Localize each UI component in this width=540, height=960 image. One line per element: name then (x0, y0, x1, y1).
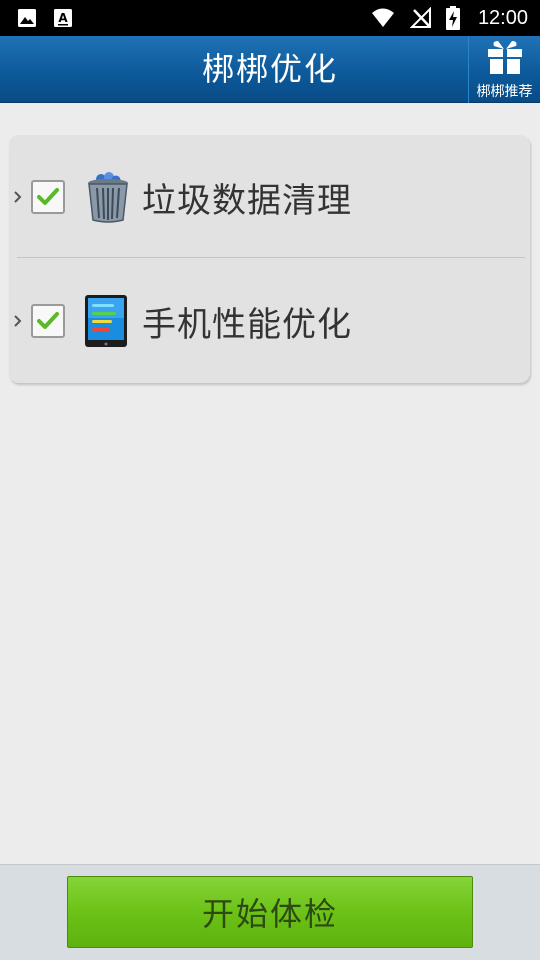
optimization-list: 垃圾数据清理 手机性能优化 (9, 135, 530, 383)
performance-label: 手机性能优化 (142, 304, 352, 345)
recommend-label: 梆梆推荐 (476, 84, 533, 100)
status-time: 12:00 (477, 6, 528, 29)
performance-checkbox[interactable] (31, 304, 65, 338)
gift-icon (487, 41, 522, 74)
checkmark-icon (37, 312, 59, 329)
no-signal-icon (409, 7, 431, 28)
app-header: 梆梆优化 梆梆推荐 (0, 36, 540, 103)
font-a-icon: A (54, 9, 72, 27)
checkmark-icon (37, 188, 59, 205)
list-item-junk-clean[interactable]: 垃圾数据清理 (9, 137, 530, 257)
recommend-button[interactable]: 梆梆推荐 (468, 36, 540, 103)
junk-clean-label: 垃圾数据清理 (142, 180, 352, 221)
junk-clean-checkbox[interactable] (31, 180, 65, 214)
svg-text:A: A (58, 11, 68, 25)
divider (17, 257, 525, 258)
chevron-right-icon (14, 191, 22, 203)
image-icon (18, 9, 36, 27)
chevron-right-icon (14, 315, 22, 327)
bottom-bar: 开始体检 (0, 864, 540, 960)
trash-bin-icon (88, 172, 128, 223)
start-checkup-button[interactable]: 开始体检 (67, 876, 473, 948)
phone-performance-icon (85, 295, 127, 347)
page-title: 梆梆优化 (201, 50, 338, 88)
list-item-performance[interactable]: 手机性能优化 (9, 261, 530, 381)
battery-charging-icon (445, 6, 460, 30)
status-bar: A 12:00 (0, 0, 540, 36)
wifi-icon (371, 8, 394, 27)
